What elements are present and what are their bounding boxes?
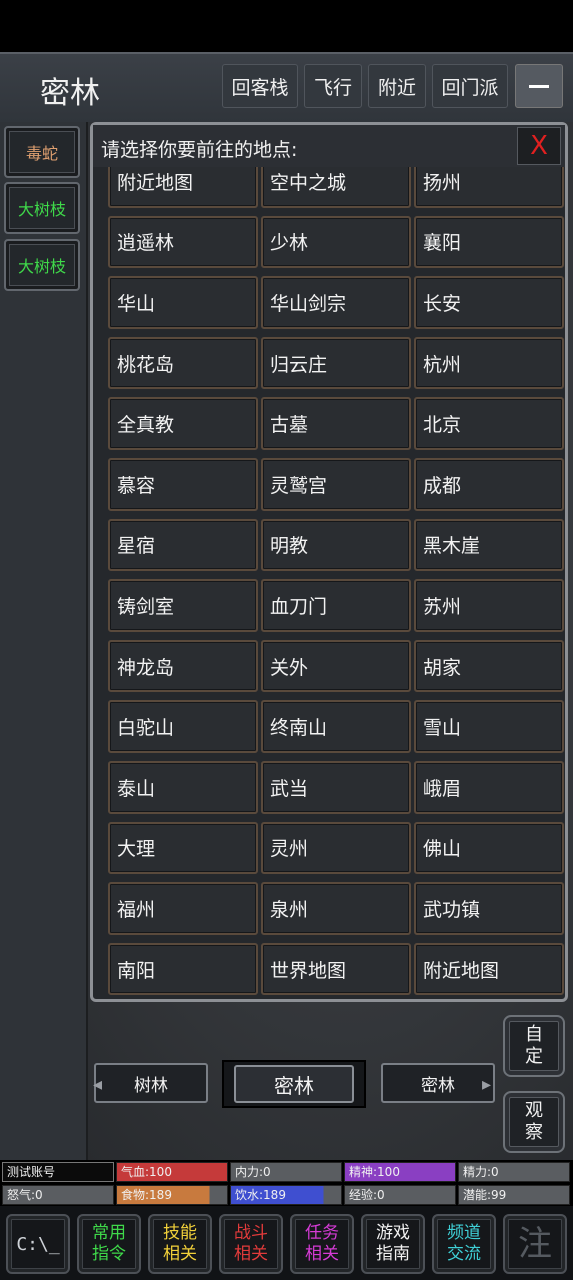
destination-button[interactable]: 泉州 xyxy=(261,882,411,935)
npc-button[interactable]: 毒蛇 xyxy=(4,126,80,178)
game-guide-button[interactable]: 游戏指南 xyxy=(361,1214,425,1274)
destination-button[interactable]: 白驼山 xyxy=(108,700,258,753)
exit-east-button[interactable]: 密林 xyxy=(381,1063,495,1103)
console-button[interactable]: C:\_ xyxy=(6,1214,70,1274)
status-bar xyxy=(0,0,573,52)
destination-button[interactable]: 桃花岛 xyxy=(108,336,258,390)
destination-button[interactable]: 附近地图 xyxy=(108,167,258,208)
destination-button[interactable]: 雪山 xyxy=(414,700,564,753)
dialog-title: 请选择你要前往的地点: xyxy=(101,139,298,161)
destination-button[interactable]: 成都 xyxy=(414,457,564,511)
stat-bar: 精力:0 xyxy=(458,1162,570,1182)
travel-dialog: 请选择你要前往的地点: X 附近地图 空中之城 扬州 逍遥林 少林 襄阳 华山 华山剑宗 长安桃… xyxy=(90,122,568,1002)
top-bar: 密林 回客栈 飞行 附近 回门派 xyxy=(0,52,573,122)
destination-button[interactable]: 血刀门 xyxy=(261,579,411,632)
destination-button[interactable]: 泰山 xyxy=(108,760,258,814)
npc-button[interactable]: 大树枝 xyxy=(4,182,80,234)
destination-button[interactable]: 世界地图 xyxy=(261,942,411,996)
minus-icon xyxy=(529,84,549,88)
destination-button[interactable]: 铸剑室 xyxy=(108,579,258,632)
destination-button[interactable]: 终南山 xyxy=(261,700,411,753)
stat-bar: 潜能:99 xyxy=(458,1185,570,1205)
menu-button[interactable] xyxy=(515,64,563,108)
return-sect-button[interactable]: 回门派 xyxy=(432,64,508,108)
combat-button[interactable]: 战斗相关 xyxy=(219,1214,283,1274)
return-inn-button[interactable]: 回客栈 xyxy=(222,64,298,108)
quest-button[interactable]: 任务相关 xyxy=(290,1214,354,1274)
stat-bar: 精神:100 xyxy=(344,1162,456,1182)
destination-button[interactable]: 灵州 xyxy=(261,821,411,875)
destination-button[interactable]: 关外 xyxy=(261,639,411,693)
destination-button[interactable]: 明教 xyxy=(261,518,411,572)
destination-button[interactable]: 古墓 xyxy=(261,397,411,450)
current-room-frame: 密林 xyxy=(222,1060,366,1108)
stat-bar: 经验:0 xyxy=(344,1185,456,1205)
stats-panel: 测试账号 气血:100 内力:0 精神:100 精力:0 怒气:0 食物:189 饮水:18… xyxy=(0,1160,573,1206)
current-room-label: 密林 xyxy=(234,1065,354,1103)
destination-button[interactable]: 全真教 xyxy=(108,397,258,450)
destination-button[interactable]: 长安 xyxy=(414,276,564,329)
destination-button[interactable]: 空中之城 xyxy=(261,167,411,208)
exit-west-button[interactable]: 树林 xyxy=(94,1063,208,1103)
destination-button[interactable]: 华山 xyxy=(108,276,258,329)
destination-button[interactable]: 福州 xyxy=(108,882,258,935)
location-title: 密林 xyxy=(40,76,100,111)
bottom-nav: C:\_ 常用指令 技能相关 战斗相关 任务相关 游戏指南 频道交流注 xyxy=(0,1206,573,1280)
destination-button[interactable]: 南阳 xyxy=(108,942,258,996)
destination-button[interactable]: 大理 xyxy=(108,821,258,875)
destination-button[interactable]: 襄阳 xyxy=(414,215,564,269)
register-button[interactable]: 注 xyxy=(503,1214,567,1274)
destination-grid: 附近地图 空中之城 扬州 逍遥林 少林 襄阳 华山 华山剑宗 长安 桃花岛 归云庄 杭州 全真教 古墓 北京… xyxy=(108,167,565,996)
destination-button[interactable]: 华山剑宗 xyxy=(261,276,411,329)
stat-bar: 气血:100 xyxy=(116,1162,228,1182)
destination-button[interactable]: 武功镇 xyxy=(414,882,564,935)
stat-bar: 测试账号 xyxy=(2,1162,114,1182)
destination-button[interactable]: 星宿 xyxy=(108,518,258,572)
nearby-button[interactable]: 附近 xyxy=(368,64,426,108)
destination-button[interactable]: 胡家 xyxy=(414,639,564,693)
destination-button[interactable]: 北京 xyxy=(414,397,564,450)
channel-button[interactable]: 频道交流 xyxy=(432,1214,496,1274)
destination-button[interactable]: 神龙岛 xyxy=(108,639,258,693)
destination-button[interactable]: 慕容 xyxy=(108,457,258,511)
destination-button[interactable]: 归云庄 xyxy=(261,336,411,390)
destination-button[interactable]: 黑木崖 xyxy=(414,518,564,572)
arrow-right-icon: ▸ xyxy=(482,1074,492,1095)
arrow-left-icon: ◂ xyxy=(93,1074,103,1095)
npc-button[interactable]: 大树枝 xyxy=(4,239,80,291)
destination-button[interactable]: 苏州 xyxy=(414,579,564,632)
destination-button[interactable]: 武当 xyxy=(261,760,411,814)
destination-button[interactable]: 逍遥林 xyxy=(108,215,258,269)
stat-bar: 饮水:189 xyxy=(230,1185,342,1205)
dialog-header: 请选择你要前往的地点: X xyxy=(93,125,565,167)
destination-button[interactable]: 峨眉 xyxy=(414,760,564,814)
stat-bar: 食物:189 xyxy=(116,1185,228,1205)
observe-button[interactable]: 观察 xyxy=(503,1091,565,1153)
destination-button[interactable]: 佛山 xyxy=(414,821,564,875)
destination-button[interactable]: 附近地图 xyxy=(414,942,564,996)
destination-button[interactable]: 灵鹫宫 xyxy=(261,457,411,511)
fly-button[interactable]: 飞行 xyxy=(304,64,362,108)
destination-scroll-area[interactable]: 附近地图 空中之城 扬州 逍遥林 少林 襄阳 华山 华山剑宗 长安 桃花岛 归云庄 杭州 全真教 古墓 北京… xyxy=(93,167,565,999)
stat-bar: 怒气:0 xyxy=(2,1185,114,1205)
destination-button[interactable]: 少林 xyxy=(261,215,411,269)
npc-panel: 毒蛇 大树枝 大树枝 xyxy=(0,122,88,1160)
skills-button[interactable]: 技能相关 xyxy=(148,1214,212,1274)
destination-button[interactable]: 杭州 xyxy=(414,336,564,390)
stat-bar: 内力:0 xyxy=(230,1162,342,1182)
customize-button[interactable]: 自定 xyxy=(503,1015,565,1077)
close-button[interactable]: X xyxy=(517,127,561,165)
destination-button[interactable]: 扬州 xyxy=(414,167,564,208)
common-commands-button[interactable]: 常用指令 xyxy=(77,1214,141,1274)
